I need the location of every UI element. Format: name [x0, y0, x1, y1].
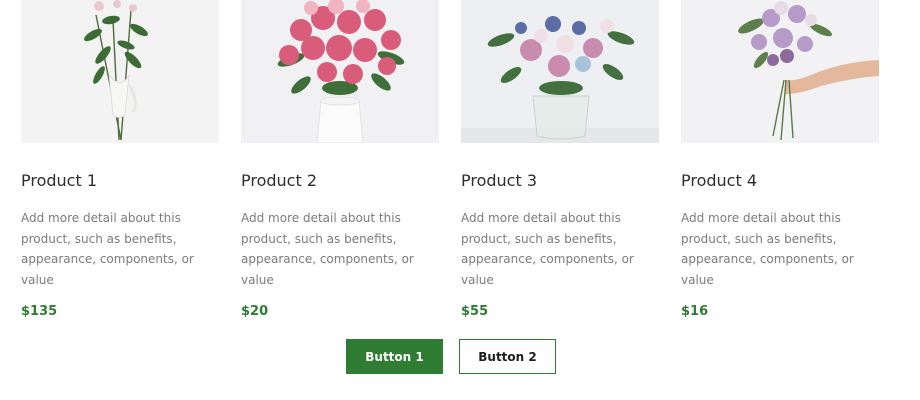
product-card[interactable]: Product 3 Add more detail about this pro… — [461, 0, 659, 319]
product-title[interactable]: Product 1 — [21, 171, 219, 191]
product-price: $20 — [241, 304, 269, 319]
product-title[interactable]: Product 2 — [241, 171, 439, 191]
product-card[interactable]: Product 1 Add more detail about this pro… — [21, 0, 219, 319]
product-card[interactable]: Product 4 Add more detail about this pro… — [681, 0, 879, 319]
button-1[interactable]: Button 1 — [346, 339, 443, 374]
button-2[interactable]: Button 2 — [459, 339, 556, 374]
product-card[interactable]: Product 2 Add more detail about this pro… — [241, 0, 439, 319]
action-buttons: Button 1 Button 2 — [346, 339, 556, 374]
product-description: Add more detail about this product, such… — [241, 211, 414, 287]
product-grid: Product 1 Add more detail about this pro… — [21, 0, 879, 319]
product-title[interactable]: Product 4 — [681, 171, 879, 191]
product-price: $135 — [21, 304, 58, 319]
bouquet-illustration — [241, 0, 439, 143]
product-section: Product 1 Add more detail about this pro… — [0, 0, 920, 400]
product-description: Add more detail about this product, such… — [21, 211, 194, 287]
product-image[interactable] — [21, 0, 219, 143]
product-description: Add more detail about this product, such… — [461, 211, 634, 287]
product-price: $55 — [461, 304, 489, 319]
product-price: $16 — [681, 304, 709, 319]
product-image[interactable] — [241, 0, 439, 143]
product-image[interactable] — [461, 0, 659, 143]
bouquet-illustration — [681, 0, 879, 143]
product-title[interactable]: Product 3 — [461, 171, 659, 191]
product-description: Add more detail about this product, such… — [681, 211, 854, 287]
bouquet-illustration — [21, 0, 219, 143]
bouquet-illustration — [461, 0, 659, 143]
product-image[interactable] — [681, 0, 879, 143]
